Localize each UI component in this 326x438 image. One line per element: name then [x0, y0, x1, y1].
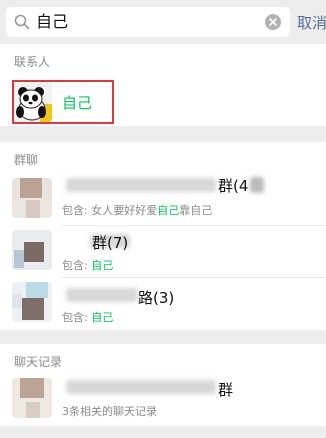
group-name: 路(3)	[138, 289, 175, 307]
chat-history-header-label: 聊天记录	[14, 355, 63, 369]
chat-history-row[interactable]: 群 3条相关的聊天记录	[0, 372, 326, 426]
group-row[interactable]: 群(4 包含: 女人要好好爱自己靠自己	[0, 170, 326, 226]
search-icon	[14, 14, 30, 30]
chat-summary: 3条相关的聊天记录	[62, 405, 157, 418]
group-contains: 包含: 自己	[62, 259, 114, 272]
bottom-gap	[0, 426, 326, 438]
chat-name: 群	[218, 381, 234, 399]
redacted-name	[66, 380, 216, 394]
contacts-header-label: 联系人	[14, 55, 51, 69]
section-gap	[0, 330, 326, 344]
clear-icon[interactable]	[264, 13, 282, 31]
section-gap	[0, 126, 326, 142]
redacted-count	[250, 177, 264, 193]
highlight-annotation	[12, 80, 114, 124]
redacted-name	[66, 178, 216, 192]
contacts-section-header: 联系人	[0, 44, 326, 78]
group-avatar	[12, 178, 52, 218]
search-input[interactable]: 自己	[36, 10, 68, 34]
search-box[interactable]: 自己	[6, 7, 290, 37]
search-bar: 自己 取消	[0, 0, 326, 44]
group-row[interactable]: 群(7) 包含: 自己	[0, 226, 326, 278]
cancel-button[interactable]: 取消	[297, 12, 326, 33]
group-name: 群(7)	[92, 234, 129, 252]
group-avatar	[12, 230, 52, 270]
group-contains: 包含: 自己	[62, 311, 114, 324]
redacted-name	[66, 288, 138, 302]
chat-avatar	[12, 378, 52, 418]
group-row[interactable]: 路(3) 包含: 自己	[0, 278, 326, 330]
group-avatar	[12, 282, 52, 322]
group-contains: 包含: 女人要好好爱自己靠自己	[62, 204, 213, 217]
groups-header-label: 群聊	[14, 153, 39, 167]
group-name: 群(4	[218, 177, 249, 195]
